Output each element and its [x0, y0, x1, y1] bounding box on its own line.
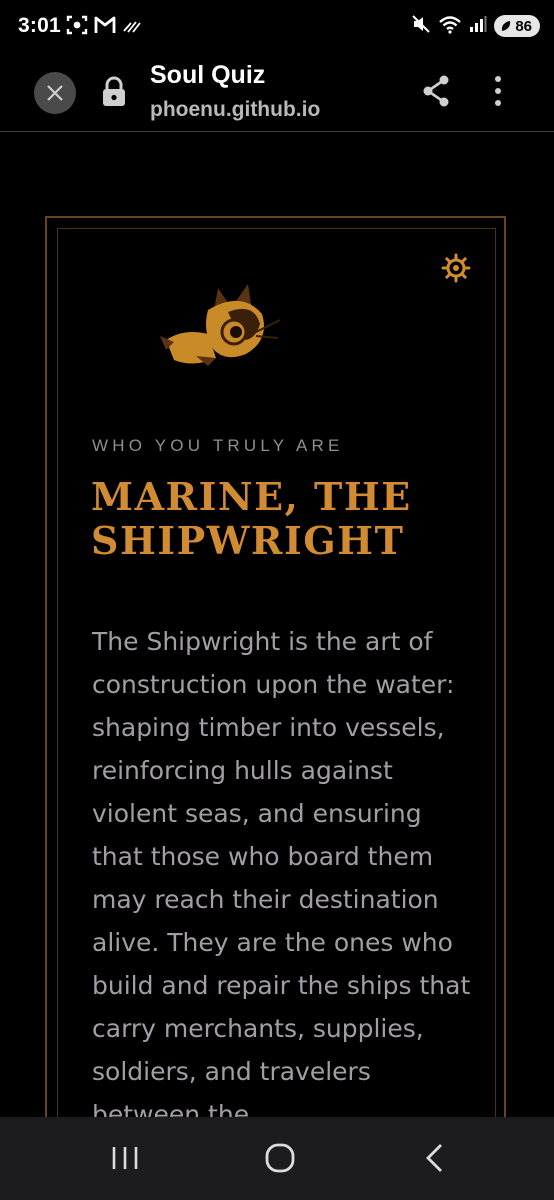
- page-title: Soul Quiz: [150, 61, 266, 89]
- browser-toolbar: Soul Quiz phoenu.github.io: [0, 52, 554, 132]
- result-description: The Shipwright is the art of constructio…: [92, 627, 471, 1117]
- result-eyebrow: WHO YOU TRULY ARE: [92, 436, 344, 455]
- screenshot-icon: [66, 15, 88, 39]
- back-button[interactable]: [424, 1143, 446, 1177]
- battery-icon: 86: [494, 15, 540, 37]
- status-right-icons: 86: [411, 14, 540, 38]
- gmail-icon: [94, 16, 116, 38]
- lock-icon[interactable]: [101, 76, 127, 112]
- status-left-icons: [66, 15, 142, 39]
- wifi-icon: [438, 14, 462, 38]
- system-navigation-bar: [0, 1117, 554, 1200]
- close-icon: [47, 85, 63, 101]
- page-content: WHO YOU TRULY ARE MARINE, THE SHIPWRIGHT…: [0, 132, 554, 1117]
- back-icon: [426, 1144, 442, 1172]
- settings-gear-icon[interactable]: [441, 253, 471, 283]
- battery-level: 86: [515, 17, 532, 35]
- mascot-logo-icon: [156, 280, 281, 368]
- result-title: MARINE, THE SHIPWRIGHT: [91, 474, 412, 563]
- home-icon: [265, 1143, 295, 1173]
- cell-signal-icon: [469, 15, 487, 37]
- recents-icon: [112, 1147, 138, 1169]
- home-button[interactable]: [264, 1142, 296, 1178]
- mute-icon: [411, 14, 431, 38]
- close-tab-button[interactable]: [34, 72, 76, 114]
- share-icon: [423, 75, 449, 107]
- status-time: 3:01: [18, 14, 61, 37]
- more-options-button[interactable]: [486, 74, 510, 112]
- recents-button[interactable]: [110, 1145, 140, 1175]
- status-bar: 3:01 86: [0, 0, 554, 52]
- page-url[interactable]: phoenu.github.io: [150, 98, 320, 122]
- more-vert-icon: [495, 76, 501, 106]
- share-button[interactable]: [420, 74, 452, 112]
- signal-bars-icon: [122, 17, 142, 37]
